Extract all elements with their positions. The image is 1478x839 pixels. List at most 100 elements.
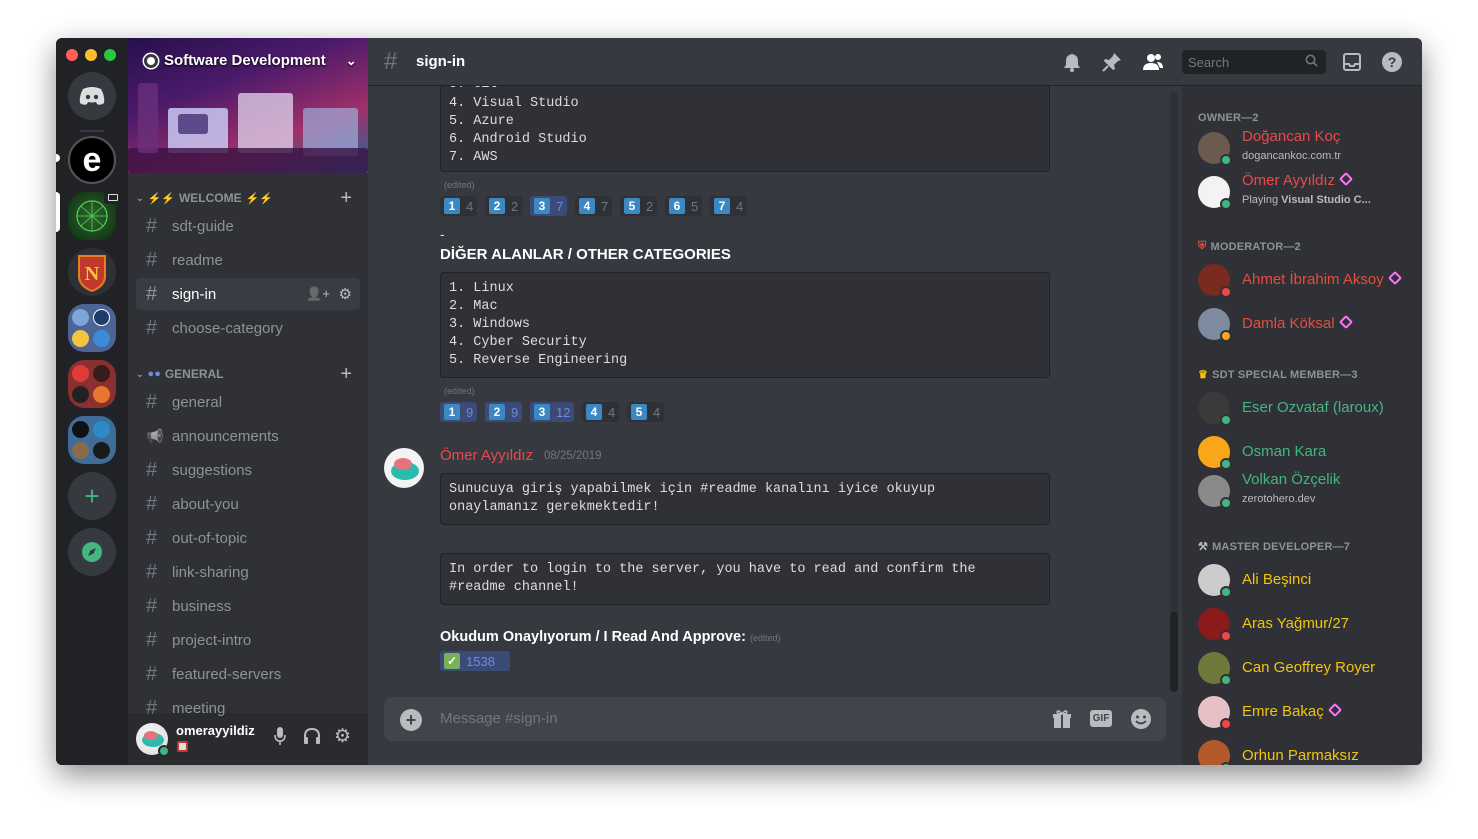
member-osman[interactable]: Osman Kara [1198,430,1418,474]
server-folder-2[interactable] [68,360,116,408]
reaction-keycap-5[interactable]: 54 [627,402,665,422]
scrollbar-track[interactable] [1170,92,1178,692]
reaction-keycap-3[interactable]: 3 12 [530,402,575,422]
member-name: Emre Bakaç [1242,703,1324,720]
member-list-icon[interactable] [1142,52,1164,78]
create-channel-button[interactable]: + [340,364,352,384]
channel-name: link-sharing [172,563,249,581]
channel-general[interactable]: # general [136,386,360,418]
nitro-boost-icon [1327,702,1342,718]
member-eser-ozvataf[interactable]: Eser Ozvataf (laroux) [1198,386,1418,430]
role-header-master: ⚒ MASTER DEVELOPER—7 [1198,540,1350,554]
maximize-window-button[interactable] [104,49,116,61]
status-icon [1220,154,1232,166]
member-dogancan-koc[interactable]: Doğancan Koç dogancankoc.com.tr [1198,126,1418,170]
scrollbar-thumb[interactable] [1170,612,1178,692]
message-composer[interactable]: + Message #sign-in GIF [384,697,1166,741]
code-block-text: Sunucuya giriş yapabilmek için #readme k… [449,482,936,515]
inbox-icon[interactable] [1342,52,1362,78]
channel-link-sharing[interactable]: # link-sharing [136,556,360,588]
help-icon[interactable]: ? [1382,52,1402,78]
add-server-button[interactable]: + [68,472,116,520]
member-name: Ömer Ayyıldız [1242,172,1336,189]
hashtag-icon: # [146,628,158,651]
pin-icon[interactable] [1102,52,1122,78]
status-icon [1220,198,1232,210]
app-window: e N + Software Development ⌄ ⌄ ⚡⚡ WELCOM… [56,38,1422,765]
status-icon [1220,630,1232,642]
member-aras-yagmur[interactable]: Aras Yağmur/27 [1198,602,1418,646]
author-avatar[interactable] [384,448,424,488]
category-welcome-label: WELCOME [178,191,242,205]
gift-icon[interactable] [1052,709,1072,734]
member-volkan-ozcelik[interactable]: Volkan Özçelik zerotohero.dev [1198,469,1418,513]
member-orhun-parmaksiz[interactable]: Orhun Parmaksız [1198,734,1418,765]
channel-choose-category[interactable]: # choose-category [136,312,360,344]
channel-featured-servers[interactable]: # featured-servers [136,658,360,690]
channel-name: suggestions [172,461,253,479]
server-list: e N + [56,38,128,765]
emoji-icon[interactable] [1130,708,1152,735]
member-can-geoffrey-royer[interactable]: Can Geoffrey Royer [1198,646,1418,690]
create-channel-button[interactable]: + [340,188,352,208]
compass-icon [82,542,102,562]
member-ali-besinci[interactable]: Ali Beşinci [1198,558,1418,602]
close-window-button[interactable] [66,49,78,61]
edited-label: (edited) [749,633,781,643]
search-input[interactable]: Search [1182,50,1326,74]
message-author[interactable]: Ömer Ayyıldız [440,447,533,464]
keycap-icon: 1 [444,404,460,420]
member-omer-ayyildiz[interactable]: Ömer Ayyıldız Playing Visual Studio C... [1198,170,1418,214]
reaction-count: 4 [736,198,744,214]
username: omerayyildiz [176,723,255,738]
channel-announcements[interactable]: 📢 announcements [136,420,360,452]
reaction-keycap-4[interactable]: 47 [575,196,613,216]
channel-sdt-guide[interactable]: # sdt-guide [136,210,360,242]
channel-readme[interactable]: # readme [136,244,360,276]
user-settings-gear-icon[interactable]: ⚙ [334,725,351,748]
channel-project-intro[interactable]: # project-intro [136,624,360,656]
hashtag-icon: # [146,560,158,583]
channel-sign-in[interactable]: # sign-in 👤+ ⚙ [136,278,360,310]
reaction-keycap-2[interactable]: 22 [485,196,523,216]
upload-plus-icon[interactable]: + [400,709,422,731]
reaction-count: 2 [511,198,519,214]
channel-settings-gear-icon[interactable]: ⚙ [339,285,352,303]
minimize-window-button[interactable] [85,49,97,61]
reaction-keycap-7[interactable]: 74 [710,196,748,216]
microphone-icon[interactable] [274,727,286,750]
channel-name: announcements [172,427,279,445]
server-icon-n[interactable]: N [68,248,116,296]
explore-servers-button[interactable] [68,528,116,576]
member-ahmet-ibrahim-aksoy[interactable]: Ahmet İbrahim Aksoy [1198,258,1418,302]
notification-bell-icon[interactable] [1062,52,1082,78]
category-general[interactable]: ⌄ ●● GENERAL [136,367,224,381]
reaction-keycap-2[interactable]: 29 [485,402,523,422]
invite-icon[interactable]: 👤+ [306,286,330,302]
reaction-keycap-3[interactable]: 37 [530,196,568,216]
reaction-keycap-1[interactable]: 14 [440,196,478,216]
discord-home-button[interactable] [68,72,116,120]
server-icon-e[interactable]: e [68,136,116,184]
channel-meeting[interactable]: # meeting [136,692,360,724]
member-emre-bakac[interactable]: Emre Bakaç [1198,690,1418,734]
reaction-check[interactable]: ✓ 1538 [440,651,510,671]
server-folder-3[interactable] [68,416,116,464]
channel-business[interactable]: # business [136,590,360,622]
server-name-header[interactable]: Software Development ⌄ [144,52,357,69]
headphones-icon[interactable] [303,727,321,749]
gif-icon[interactable]: GIF [1090,710,1112,727]
server-folder-1[interactable] [68,304,116,352]
member-damla-koksal[interactable]: Damla Köksal [1198,302,1418,346]
reaction-keycap-4[interactable]: 44 [582,402,620,422]
reaction-keycap-5[interactable]: 52 [620,196,658,216]
category-welcome[interactable]: ⌄ ⚡⚡ WELCOME ⚡⚡ [136,191,273,205]
channel-suggestions[interactable]: # suggestions [136,454,360,486]
reaction-count: 7 [601,198,609,214]
channel-sidebar: Software Development ⌄ ⌄ ⚡⚡ WELCOME ⚡⚡ +… [128,38,368,765]
server-icon-software-development[interactable] [68,190,122,240]
channel-about-you[interactable]: # about-you [136,488,360,520]
reaction-keycap-6[interactable]: 65 [665,196,703,216]
channel-out-of-topic[interactable]: # out-of-topic [136,522,360,554]
reaction-keycap-1[interactable]: 19 [440,402,478,422]
